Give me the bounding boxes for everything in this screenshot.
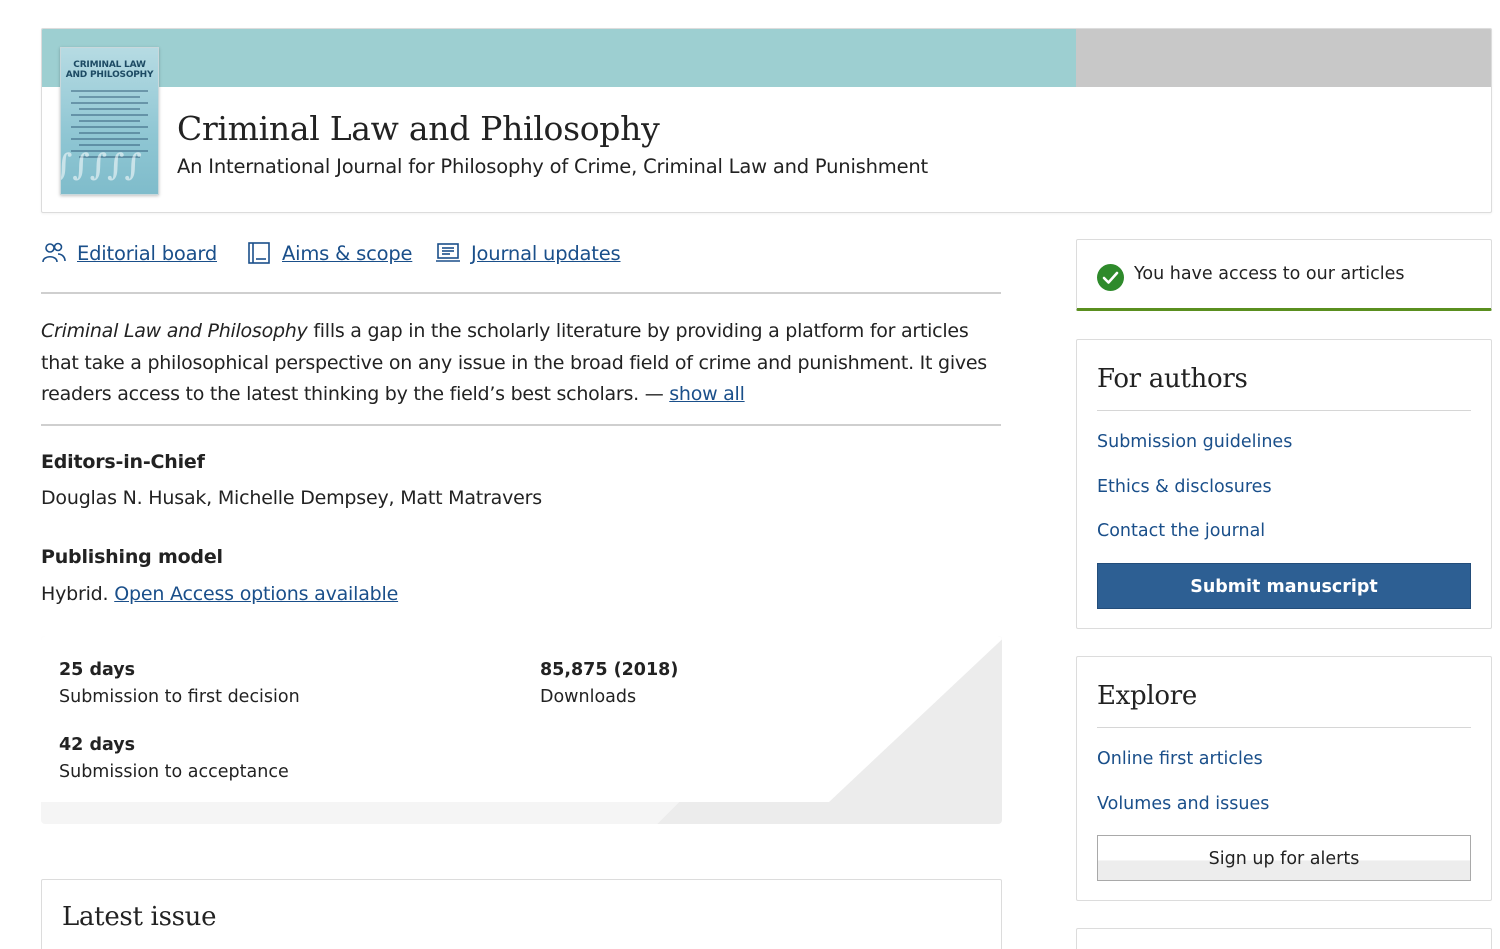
metric-downloads: 85,875 (2018) Downloads xyxy=(540,660,678,707)
journal-nav: Editorial board Aims & scope Journal upd… xyxy=(41,240,1001,272)
latest-issue-heading: Latest issue xyxy=(62,902,217,932)
cover-title: CRIMINAL LAW AND PHILOSOPHY xyxy=(65,60,154,80)
divider xyxy=(41,292,1001,294)
for-authors-panel: For authors Submission guidelines Ethics… xyxy=(1076,339,1492,629)
people-icon xyxy=(41,240,67,266)
contact-journal-link[interactable]: Contact the journal xyxy=(1097,521,1265,541)
metric-description: Submission to first decision xyxy=(59,687,300,707)
journal-description: Criminal Law and Philosophy fills a gap … xyxy=(41,316,1006,411)
divider xyxy=(41,424,1001,426)
online-first-articles-link[interactable]: Online first articles xyxy=(1097,749,1263,769)
show-all-link[interactable]: show all xyxy=(669,383,745,405)
divider xyxy=(1097,727,1471,728)
publishing-model-value: Hybrid. Open Access options available xyxy=(41,583,398,605)
nav-link-label[interactable]: Journal updates xyxy=(471,242,621,265)
metric-value: 42 days xyxy=(59,735,136,755)
book-icon xyxy=(246,240,272,266)
metric-value: 25 days xyxy=(59,660,136,680)
journal-cover-image[interactable]: CRIMINAL LAW AND PHILOSOPHY ∫∫∫∫∫ xyxy=(60,47,159,195)
journal-subtitle: An International Journal for Philosophy … xyxy=(177,155,928,178)
for-authors-heading: For authors xyxy=(1097,364,1248,394)
submission-guidelines-link[interactable]: Submission guidelines xyxy=(1097,432,1292,452)
metric-first-decision: 25 days Submission to first decision xyxy=(59,660,300,707)
journal-header: CRIMINAL LAW AND PHILOSOPHY ∫∫∫∫∫ Crimin… xyxy=(41,28,1492,213)
open-access-link[interactable]: Open Access options available xyxy=(114,583,398,605)
nav-journal-updates[interactable]: Journal updates xyxy=(435,240,621,266)
volumes-issues-link[interactable]: Volumes and issues xyxy=(1097,794,1269,814)
sign-up-alerts-button[interactable]: Sign up for alerts xyxy=(1097,835,1471,881)
access-notice: You have access to our articles xyxy=(1076,239,1492,311)
monitor-icon xyxy=(435,240,461,266)
editors-names: Douglas N. Husak, Michelle Dempsey, Matt… xyxy=(41,487,542,509)
metric-description: Downloads xyxy=(540,687,637,707)
header-color-band-end xyxy=(1076,29,1491,87)
metric-description: Submission to acceptance xyxy=(59,762,289,782)
access-text: You have access to our articles xyxy=(1134,264,1405,284)
explore-panel: Explore Online first articles Volumes an… xyxy=(1076,656,1492,901)
journal-metrics: 25 days Submission to first decision 85,… xyxy=(41,636,1002,824)
ethics-disclosures-link[interactable]: Ethics & disclosures xyxy=(1097,477,1272,497)
explore-heading: Explore xyxy=(1097,681,1197,711)
latest-issue-card: Latest issue xyxy=(41,879,1002,949)
metric-acceptance: 42 days Submission to acceptance xyxy=(59,735,289,782)
publishing-model-prefix: Hybrid. xyxy=(41,583,115,605)
journal-title: Criminal Law and Philosophy xyxy=(177,109,660,148)
journal-name-italic: Criminal Law and Philosophy xyxy=(41,320,308,342)
nav-link-label[interactable]: Aims & scope xyxy=(282,242,413,265)
nav-link-label[interactable]: Editorial board xyxy=(77,242,217,265)
divider xyxy=(1097,410,1471,411)
editors-label: Editors-in-Chief xyxy=(41,451,205,473)
metric-value: 85,875 (2018) xyxy=(540,660,679,680)
submit-manuscript-button[interactable]: Submit manuscript xyxy=(1097,563,1471,609)
header-color-band xyxy=(42,29,1076,87)
nav-editorial-board[interactable]: Editorial board xyxy=(41,240,217,266)
nav-aims-scope[interactable]: Aims & scope xyxy=(246,240,413,266)
next-sidebar-panel xyxy=(1076,928,1492,949)
publishing-model-label: Publishing model xyxy=(41,546,223,568)
cover-decoration: ∫∫∫∫∫ xyxy=(60,148,142,183)
check-circle-icon xyxy=(1097,264,1124,291)
